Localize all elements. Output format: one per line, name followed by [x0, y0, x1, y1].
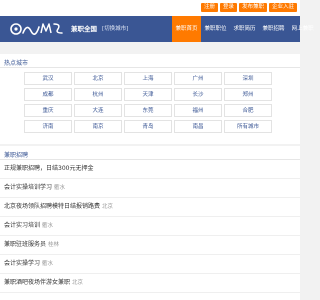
- city-link-nanchang[interactable]: 南昌: [174, 120, 222, 133]
- job-list-item[interactable]: 会计实操培训学习 衢水: [0, 179, 300, 198]
- site-name: 兼职全国: [71, 25, 97, 33]
- job-title[interactable]: 会计实习培训: [4, 222, 40, 229]
- job-location: 北京: [102, 204, 114, 210]
- city-link-dalian[interactable]: 大连: [74, 104, 122, 117]
- city-link-wuhan[interactable]: 武汉: [24, 72, 72, 85]
- city-link-shanghai[interactable]: 上海: [124, 72, 172, 85]
- city-link-shenzhen[interactable]: 深圳: [224, 72, 272, 85]
- nav-job-positions[interactable]: 兼职职位: [201, 16, 230, 42]
- job-title[interactable]: 会计实操学习: [4, 260, 40, 267]
- city-link-hefei[interactable]: 合肥: [224, 104, 272, 117]
- job-title[interactable]: 正规兼职招聘，日结300元无押金: [4, 165, 93, 172]
- city-link-guangzhou[interactable]: 广州: [174, 72, 222, 85]
- job-list: 正规兼职招聘，日结300元无押金 会计实操培训学习 衢水 北京夜场领队招聘模特日结…: [0, 160, 300, 293]
- city-link-jinan[interactable]: 济南: [24, 120, 72, 133]
- site-header: 兼职全国 [切换城市] 兼职首页 兼职职位 求职简历 兼职招聘 网上兼职: [0, 16, 314, 42]
- job-list-item[interactable]: 正规兼职招聘，日结300元无押金: [0, 160, 300, 179]
- divider: [0, 67, 300, 68]
- job-location: 衢水: [42, 261, 54, 267]
- job-title[interactable]: 北京夜场领队招聘模特日结报销路费: [4, 203, 100, 210]
- hot-cities-title: 热点城市: [4, 60, 29, 67]
- job-title[interactable]: 会计实操培训学习: [4, 184, 52, 191]
- job-list-item[interactable]: 北京夜场领队招聘模特日结报销路费 北京: [0, 198, 300, 217]
- city-link-fuzhou[interactable]: 福州: [174, 104, 222, 117]
- top-bar: 注册 登录 发布兼职 企业入驻: [0, 0, 300, 16]
- jobs-panel: 兼职招聘 正规兼职招聘，日结300元无押金 会计实操培训学习 衢水 北京夜场领队招…: [0, 146, 300, 300]
- city-grid: 武汉 北京 上海 广州 深圳 成都 杭州 天津 长沙 郑州 重庆 大连 东莞 福…: [24, 72, 276, 133]
- register-button[interactable]: 注册: [200, 3, 218, 12]
- nav-online-jobs[interactable]: 网上兼职: [288, 16, 317, 42]
- city-link-qingdao[interactable]: 青岛: [124, 120, 172, 133]
- job-location: 桂林: [48, 242, 60, 248]
- city-link-hangzhou[interactable]: 杭州: [74, 88, 122, 101]
- city-link-dongguan[interactable]: 东莞: [124, 104, 172, 117]
- hot-cities-panel: 热点城市 武汉 北京 上海 广州 深圳 成都 杭州 天津 长沙 郑州 重庆 大连…: [0, 54, 300, 144]
- city-switch-link[interactable]: [切换城市]: [102, 24, 128, 32]
- site-logo[interactable]: [9, 19, 65, 37]
- job-list-item[interactable]: 兼职酒吧夜场伴游女兼职 北京: [0, 274, 300, 293]
- city-link-all-cities[interactable]: 所有城市: [224, 120, 272, 133]
- logo-mark-icon: [10, 23, 63, 35]
- city-link-nanjing[interactable]: 南京: [74, 120, 122, 133]
- jobs-title: 兼职招聘: [4, 152, 29, 159]
- nav-resumes[interactable]: 求职简历: [230, 16, 259, 42]
- job-title[interactable]: 兼职驻班服务员: [4, 241, 46, 248]
- job-list-item[interactable]: 会计实习培训 衢水: [0, 217, 300, 236]
- job-location: 衢水: [42, 223, 54, 229]
- job-list-item[interactable]: 会计实操学习 衢水: [0, 255, 300, 274]
- job-location: 衢水: [54, 185, 66, 191]
- city-link-chengdu[interactable]: 成都: [24, 88, 72, 101]
- top-account-buttons: 注册 登录 发布兼职 企业入驻: [200, 3, 297, 12]
- nav-recruitment[interactable]: 兼职招聘: [259, 16, 288, 42]
- main-nav: 兼职首页 兼职职位 求职简历 兼职招聘 网上兼职: [172, 16, 317, 42]
- job-title[interactable]: 兼职酒吧夜场伴游女兼职: [4, 279, 70, 286]
- nav-home[interactable]: 兼职首页: [172, 16, 202, 42]
- city-link-changsha[interactable]: 长沙: [174, 88, 222, 101]
- city-link-tianjin[interactable]: 天津: [124, 88, 172, 101]
- post-job-button[interactable]: 发布兼职: [238, 3, 267, 12]
- city-link-beijing[interactable]: 北京: [74, 72, 122, 85]
- login-button[interactable]: 登录: [219, 3, 237, 12]
- city-link-chongqing[interactable]: 重庆: [24, 104, 72, 117]
- job-list-item[interactable]: 兼职驻班服务员 桂林: [0, 236, 300, 255]
- job-location: 北京: [72, 280, 84, 286]
- company-join-button[interactable]: 企业入驻: [268, 3, 297, 12]
- city-link-zhengzhou[interactable]: 郑州: [224, 88, 272, 101]
